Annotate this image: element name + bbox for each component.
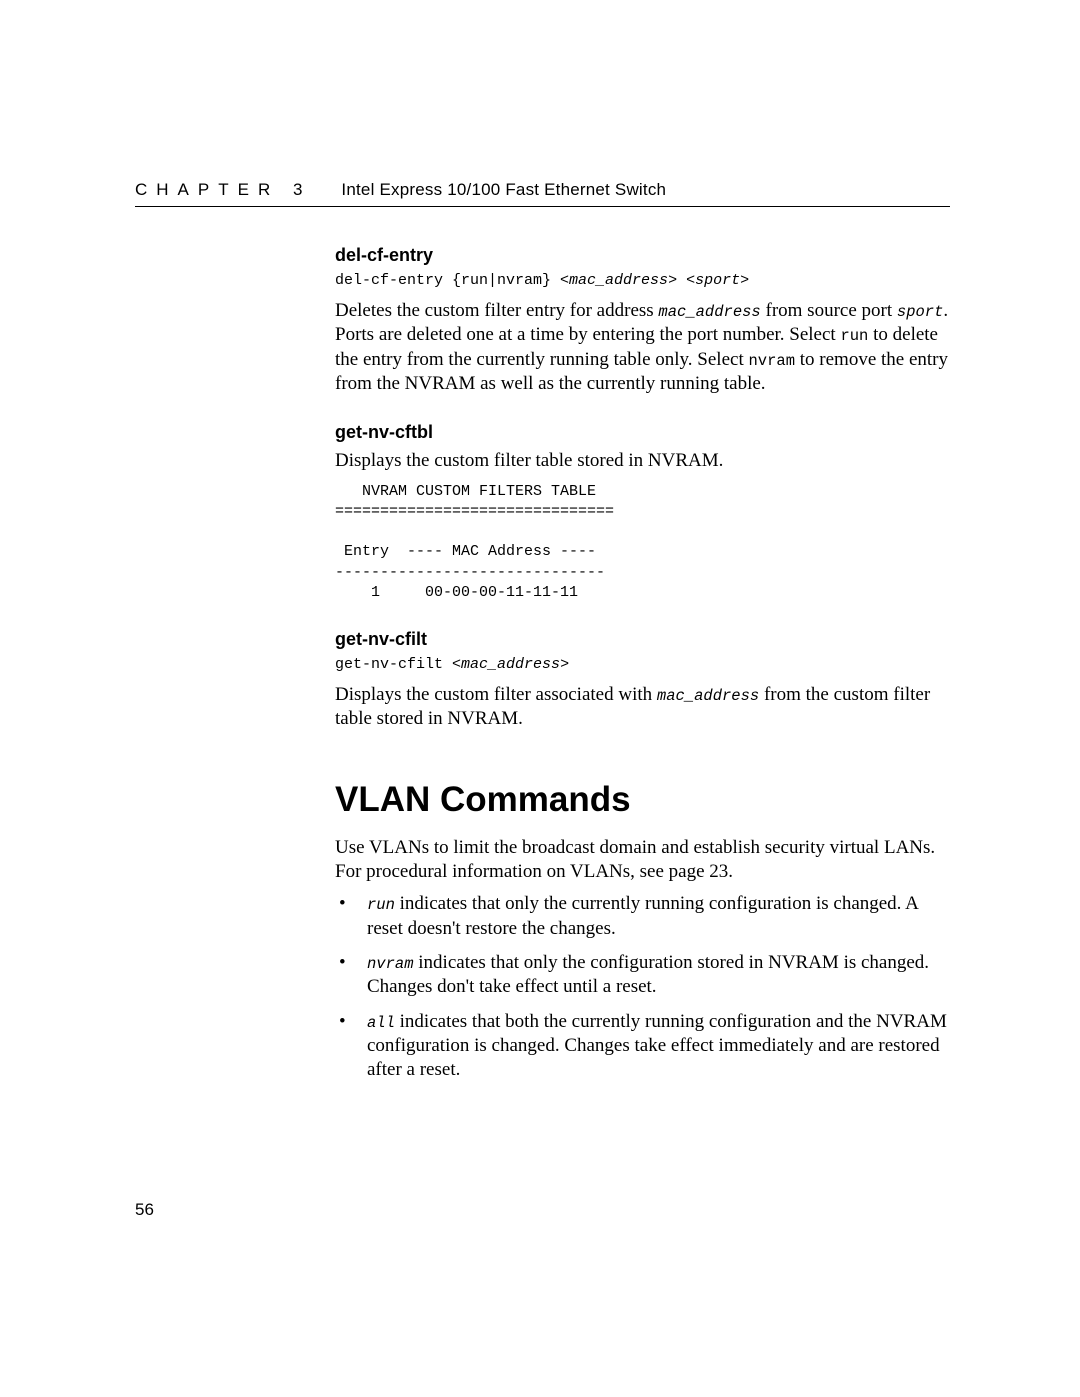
get-nv-cftbl-desc: Displays the custom filter table stored … xyxy=(335,449,950,473)
page-header: CHAPTER 3 Intel Express 10/100 Fast Ethe… xyxy=(135,180,950,207)
page-content: del-cf-entry del-cf-entry {run|nvram} <m… xyxy=(335,245,950,1083)
list-item: nvram indicates that only the configurat… xyxy=(335,951,950,1000)
del-cf-entry-syntax: del-cf-entry {run|nvram} <mac_address> <… xyxy=(335,272,950,289)
get-nv-cftbl-heading: get-nv-cftbl xyxy=(335,422,950,443)
get-nv-cfilt-heading: get-nv-cfilt xyxy=(335,629,950,650)
get-nv-cfilt-desc: Displays the custom filter associated wi… xyxy=(335,683,950,732)
chapter-title: Intel Express 10/100 Fast Ethernet Switc… xyxy=(341,180,666,200)
del-cf-entry-heading: del-cf-entry xyxy=(335,245,950,266)
vlan-bullet-list: run indicates that only the currently ru… xyxy=(335,892,950,1082)
page-number: 56 xyxy=(135,1200,154,1220)
vlan-intro: Use VLANs to limit the broadcast domain … xyxy=(335,836,950,885)
vlan-commands-heading: VLAN Commands xyxy=(335,780,950,820)
get-nv-cfilt-syntax: get-nv-cfilt <mac_address> xyxy=(335,656,950,673)
chapter-label: CHAPTER 3 xyxy=(135,180,311,200)
list-item: run indicates that only the currently ru… xyxy=(335,892,950,941)
get-nv-cftbl-output: NVRAM CUSTOM FILTERS TABLE =============… xyxy=(335,482,950,604)
list-item: all indicates that both the currently ru… xyxy=(335,1010,950,1083)
del-cf-entry-desc: Deletes the custom filter entry for addr… xyxy=(335,299,950,396)
